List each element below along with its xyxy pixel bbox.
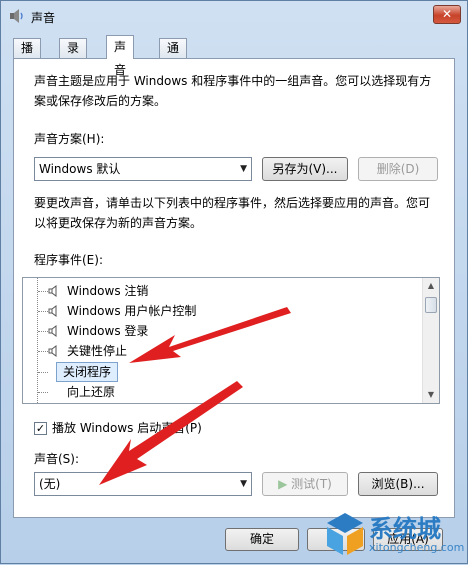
tab-sounds[interactable]: 声音 — [106, 35, 135, 77]
sound-dialog: 声音 ✕ 播放 录制 声音 通信 声音主题是应用于 Windows 和程序事件中… — [0, 0, 468, 564]
watermark-text: 系统城 — [369, 515, 441, 543]
watermark-url: xitongcheng.com — [369, 541, 465, 554]
annotation-arrows — [99, 307, 291, 485]
watermark: 系统城 xitongcheng.com — [325, 507, 465, 561]
red-arrow-lower — [99, 381, 243, 485]
watermark-logo-icon — [327, 513, 363, 555]
red-arrow-upper — [129, 307, 291, 363]
